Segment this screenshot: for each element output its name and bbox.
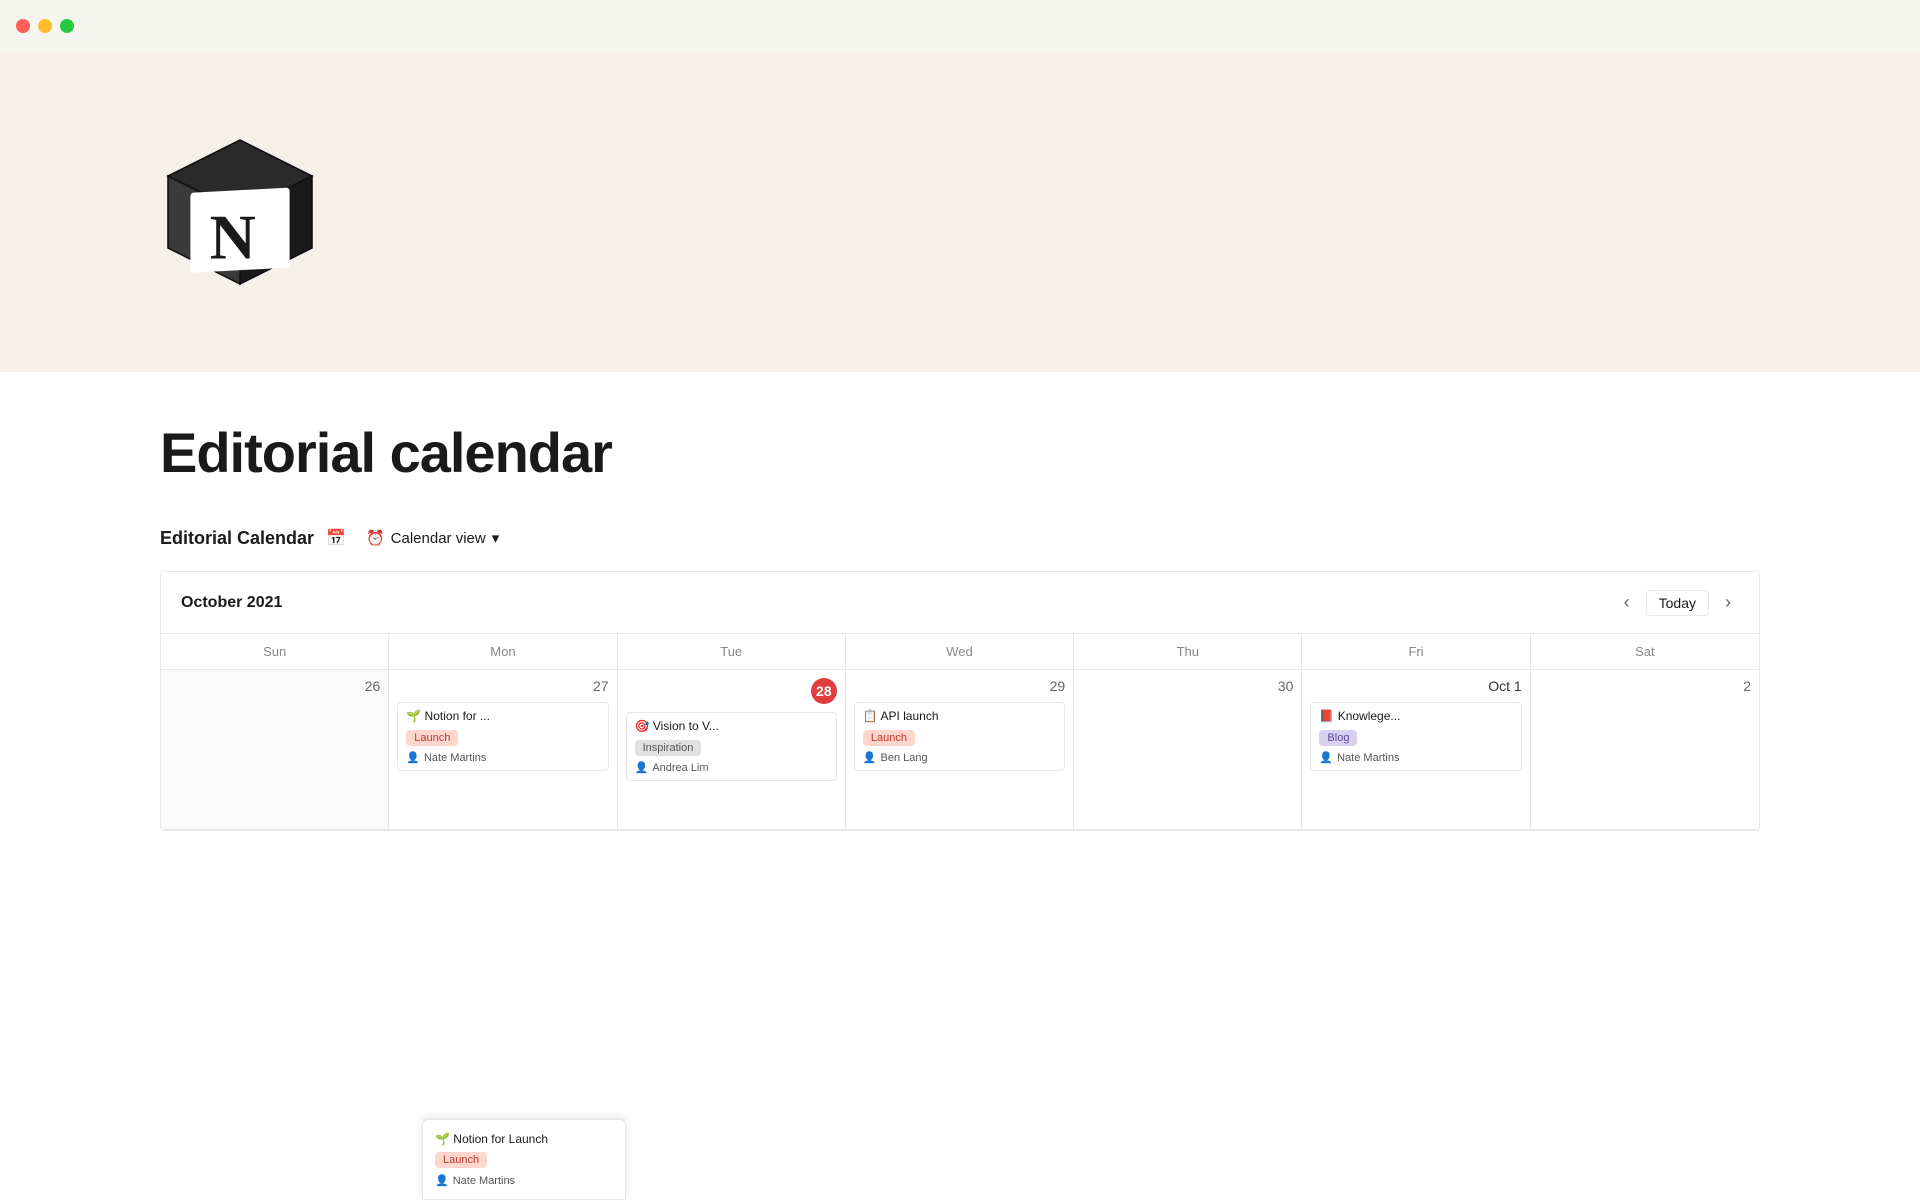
calendar-day-headers: Sun Mon Tue Wed Thu Fri Sat [161,634,1759,670]
card-knowledge-title: 📕 Knowlege... [1319,709,1512,723]
card-notion-for-person: 👤 Nate Martins [406,751,599,764]
card-vision-to-v-title: 🎯 Vision to V... [635,719,828,733]
main-content: Editorial calendar Editorial Calendar 📅 … [0,372,1920,831]
notion-logo-icon: N [160,132,320,292]
day-header-mon: Mon [389,634,617,670]
day-cell-27[interactable]: 27 🌱 Notion for ... Launch 👤 Nate Martin… [389,670,617,830]
card-api-launch-title: 📋 API launch [863,709,1056,723]
calendar-month-label: October 2021 [181,594,282,612]
traffic-light-green[interactable] [60,19,74,33]
day-number-30: 30 [1082,678,1293,694]
person-name-nate2: Nate Martins [1337,752,1399,764]
card-notion-for[interactable]: 🌱 Notion for ... Launch 👤 Nate Martins [397,702,608,771]
prev-month-button[interactable]: ‹ [1616,588,1638,617]
day-header-tue: Tue [618,634,846,670]
view-selector-emoji: ⏰ [366,529,385,547]
nav-controls: ‹ Today › [1616,588,1739,617]
bottom-card-title: 🌱 Notion for Launch [435,1132,613,1146]
card-knowledge[interactable]: 📕 Knowlege... Blog 👤 Nate Martins [1310,702,1521,771]
day-cell-oct1[interactable]: Oct 1 📕 Knowlege... Blog 👤 Nate Martins [1302,670,1530,830]
svg-text:N: N [210,201,256,272]
bottom-card-tag: Launch [435,1152,487,1168]
person-avatar-nate2: 👤 [1319,751,1333,764]
day-number-2: 2 [1539,678,1751,694]
card-notion-for-tag: Launch [406,730,458,746]
card-knowledge-person: 👤 Nate Martins [1319,751,1512,764]
person-avatar-ben: 👤 [863,751,877,764]
bottom-card-author: Nate Martins [453,1175,515,1187]
calendar-week-row: 26 27 🌱 Notion for ... Launch 👤 Nate Mar… [161,670,1759,830]
day-number-27: 27 [397,678,608,694]
person-name-ben: Ben Lang [881,752,928,764]
card-knowledge-tag: Blog [1319,730,1357,746]
day-cell-29[interactable]: 29 📋 API launch Launch 👤 Ben Lang [846,670,1074,830]
day-number-oct1: Oct 1 [1310,678,1521,694]
hero-cover: N [0,52,1920,372]
page-title: Editorial calendar [160,420,1760,485]
day-header-wed: Wed [846,634,1074,670]
calendar-grid-icon: 📅 [326,528,346,548]
person-avatar-andrea: 👤 [635,761,649,774]
card-api-launch-person: 👤 Ben Lang [863,751,1056,764]
day-cell-28[interactable]: 28 🎯 Vision to V... Inspiration 👤 Andrea… [618,670,846,830]
traffic-light-yellow[interactable] [38,19,52,33]
day-header-thu: Thu [1074,634,1302,670]
view-selector-button[interactable]: ⏰ Calendar view ▾ [358,525,507,551]
card-vision-to-v[interactable]: 🎯 Vision to V... Inspiration 👤 Andrea Li… [626,712,837,781]
chevron-down-icon: ▾ [492,529,500,547]
card-api-launch-tag: Launch [863,730,915,746]
database-header: Editorial Calendar 📅 ⏰ Calendar view ▾ [160,525,1760,551]
view-selector-label: Calendar view [391,530,486,547]
bottom-popup-card[interactable]: 🌱 Notion for Launch Launch 👤 Nate Martin… [422,1119,626,1200]
bottom-card-person: 👤 Nate Martins [435,1174,613,1187]
day-number-29: 29 [854,678,1065,694]
calendar-nav: October 2021 ‹ Today › [161,572,1759,634]
day-cell-26[interactable]: 26 [161,670,389,830]
bottom-card-avatar: 👤 [435,1174,449,1187]
today-button[interactable]: Today [1646,590,1709,616]
day-header-sat: Sat [1531,634,1759,670]
next-month-button[interactable]: › [1717,588,1739,617]
card-vision-to-v-tag: Inspiration [635,740,702,756]
card-api-launch[interactable]: 📋 API launch Launch 👤 Ben Lang [854,702,1065,771]
day-cell-30[interactable]: 30 [1074,670,1302,830]
calendar-container: October 2021 ‹ Today › Sun Mon Tue Wed T… [160,571,1760,831]
person-name-nate1: Nate Martins [424,752,486,764]
person-avatar-nate1: 👤 [406,751,420,764]
day-number-28: 28 [626,678,837,704]
card-notion-for-title: 🌱 Notion for ... [406,709,599,723]
day-header-fri: Fri [1302,634,1530,670]
day-cell-2[interactable]: 2 [1531,670,1759,830]
database-title: Editorial Calendar [160,528,314,549]
titlebar [0,0,1920,52]
person-name-andrea: Andrea Lim [652,762,708,774]
day-header-sun: Sun [161,634,389,670]
card-vision-to-v-person: 👤 Andrea Lim [635,761,828,774]
traffic-light-red[interactable] [16,19,30,33]
day-number-26: 26 [169,678,380,694]
